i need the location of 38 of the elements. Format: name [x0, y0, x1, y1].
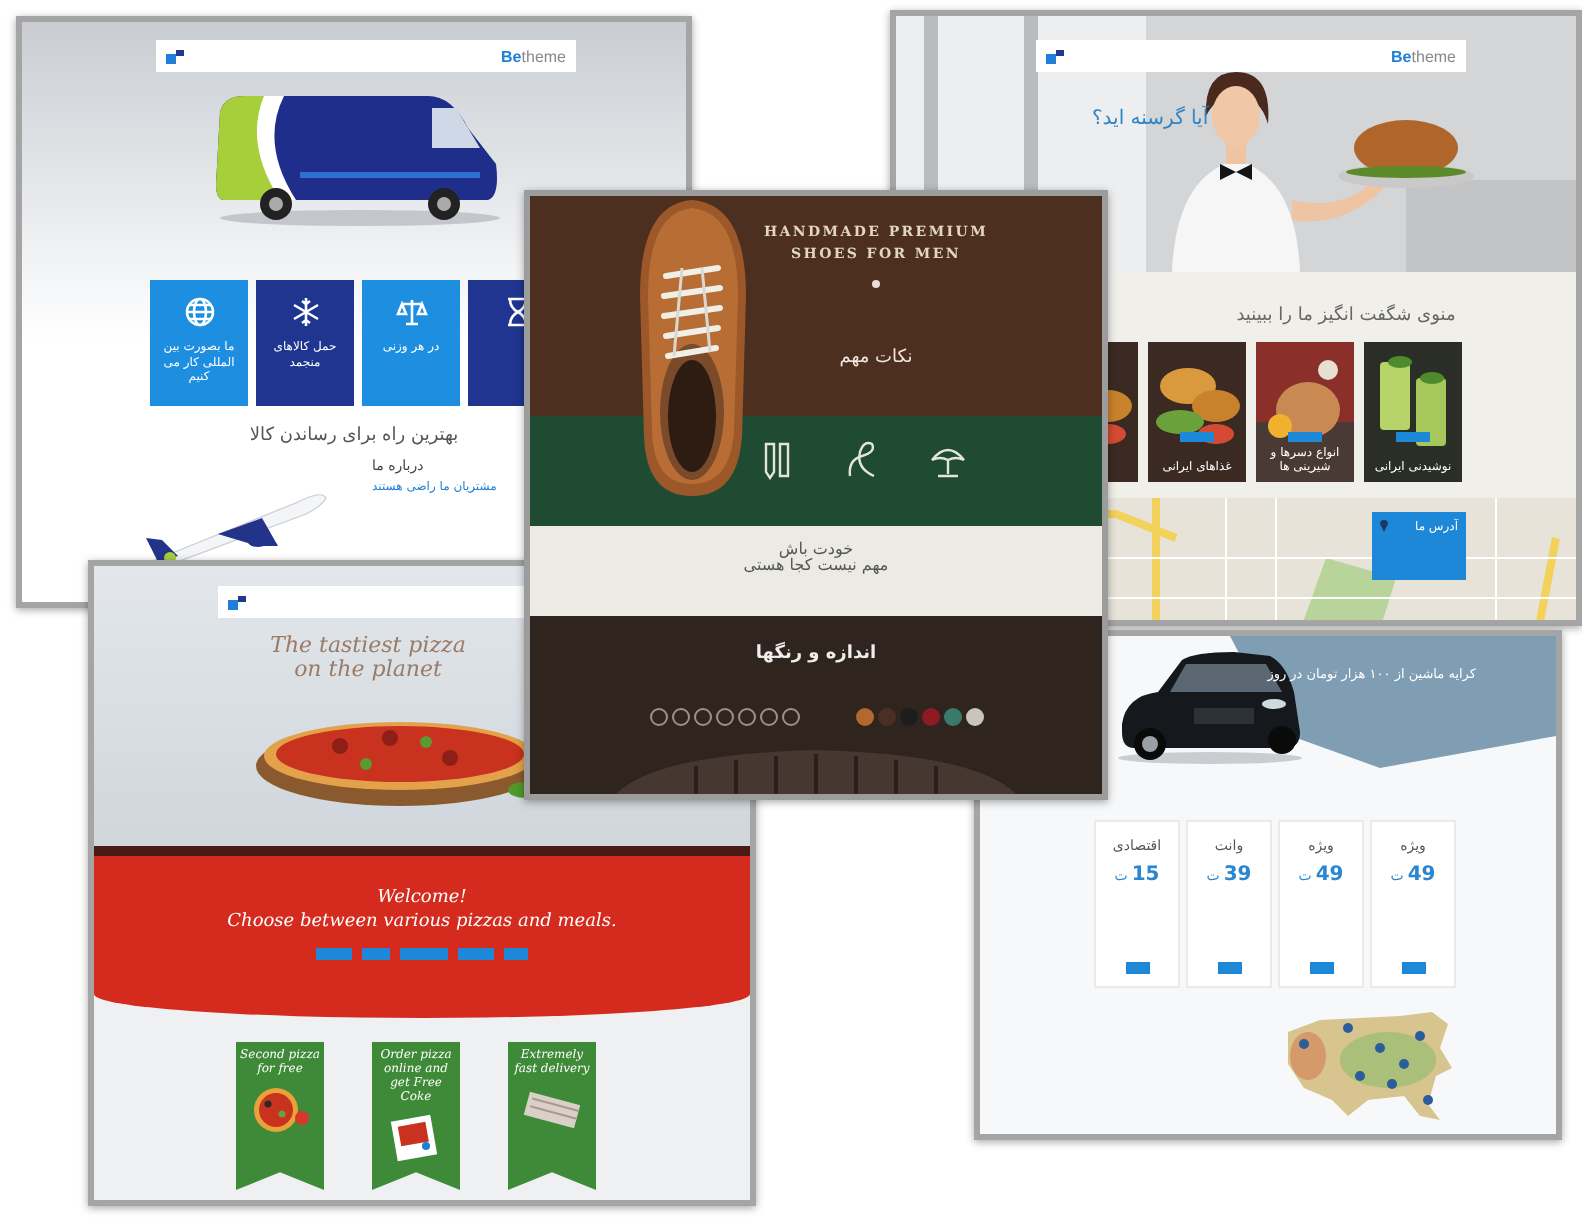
plan-price: 15	[1131, 864, 1160, 886]
color-swatch[interactable]	[855, 708, 873, 726]
hero-headline: آیا گرسنه اید؟	[1092, 108, 1209, 130]
category-tag	[1180, 432, 1214, 442]
globe-icon	[183, 296, 215, 328]
section-heading: منوی شگفت انگیز ما را ببینید	[1236, 306, 1456, 326]
scales-icon	[395, 296, 427, 328]
category-tag	[1396, 432, 1430, 442]
logo-icon	[1046, 49, 1066, 63]
color-swatch[interactable]	[877, 708, 895, 726]
quote-line: خودت باش	[778, 541, 854, 558]
site-logo: Betheme	[1391, 47, 1456, 65]
welcome-tagline: Choose between various pizzas and meals.	[227, 912, 617, 932]
plan-price: 49	[1407, 864, 1436, 886]
select-button[interactable]	[1217, 962, 1241, 974]
section-heading: نکات مهم	[839, 348, 913, 369]
color-swatch[interactable]	[899, 708, 917, 726]
select-button[interactable]	[1401, 962, 1425, 974]
logo-icon	[228, 595, 248, 609]
color-swatch[interactable]	[921, 708, 939, 726]
welcome-title: Welcome!	[377, 888, 467, 908]
logo-icon	[166, 49, 186, 63]
section-heading: اندازه و رنگها	[755, 644, 877, 664]
select-button[interactable]	[1309, 962, 1333, 974]
plan-price: 39	[1223, 864, 1252, 886]
category-tag	[1288, 432, 1322, 442]
plan-price: 49	[1315, 864, 1344, 886]
section-heading: بهترین راه برای رساندن کالا	[249, 426, 459, 446]
hero-title: The tastiest pizza on the planet	[268, 634, 468, 683]
color-swatch[interactable]	[965, 708, 983, 726]
pin-icon	[1380, 520, 1388, 532]
select-button[interactable]	[1125, 962, 1149, 974]
color-swatch[interactable]	[943, 708, 961, 726]
snowflake-icon	[289, 296, 321, 328]
site-logo: Betheme	[501, 47, 566, 65]
dot-icon	[872, 280, 880, 289]
quote-line: مهم نیست کجا هستی	[743, 558, 889, 577]
lace-icon	[844, 440, 880, 481]
